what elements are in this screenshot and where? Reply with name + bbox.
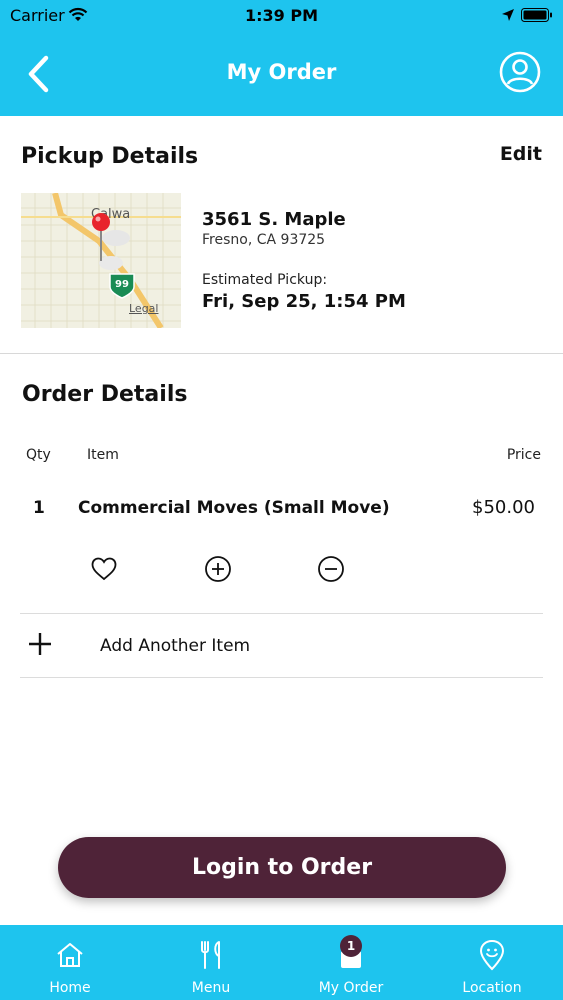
item-column-header: Item xyxy=(87,447,119,463)
tab-my-order[interactable]: 1 My Order xyxy=(281,925,421,1000)
estimated-pickup-time: Fri, Sep 25, 1:54 PM xyxy=(202,291,406,312)
divider xyxy=(20,613,543,614)
menu-icon xyxy=(201,941,220,969)
pickup-street: 3561 S. Maple xyxy=(202,209,346,230)
favorite-heart-icon[interactable] xyxy=(90,555,118,583)
pickup-map[interactable]: Calwa 99 Legal xyxy=(21,193,181,328)
status-bar: Carrier 1:39 PM xyxy=(0,0,563,30)
account-icon[interactable] xyxy=(499,51,541,93)
tab-location[interactable]: Location xyxy=(422,925,562,1000)
page-title: My Order xyxy=(226,60,337,84)
clock: 1:39 PM xyxy=(244,6,318,25)
tab-label: Home xyxy=(49,980,91,996)
tab-label: Menu xyxy=(191,980,231,996)
price-column-header: Price xyxy=(506,447,541,463)
tab-label: Location xyxy=(462,980,522,996)
order-count-badge: 1 xyxy=(340,935,362,957)
divider xyxy=(20,677,543,678)
battery-icon xyxy=(521,8,552,22)
add-another-item-label[interactable]: Add Another Item xyxy=(100,636,250,656)
item-price: $50.00 xyxy=(472,497,535,518)
tab-label: My Order xyxy=(318,980,384,996)
pickup-details-section: Pickup Details Edit Calwa 99 Legal 3561 … xyxy=(0,116,563,354)
home-icon xyxy=(57,943,83,967)
decrease-quantity-icon[interactable] xyxy=(317,555,345,583)
location-icon xyxy=(479,939,505,971)
map-pin-icon xyxy=(92,213,110,261)
tab-menu[interactable]: Menu xyxy=(141,925,281,1000)
plus-icon[interactable] xyxy=(28,632,52,656)
location-arrow-icon xyxy=(502,9,514,21)
tab-home[interactable]: Home xyxy=(0,925,140,1000)
pickup-city: Fresno, CA 93725 xyxy=(202,232,326,248)
estimated-pickup-label: Estimated Pickup: xyxy=(202,272,328,288)
tab-bar: Home Menu 1 My Order Location xyxy=(0,925,563,1000)
qty-column-header: Qty xyxy=(26,447,51,463)
order-details-heading: Order Details xyxy=(22,382,188,407)
pickup-details-heading: Pickup Details xyxy=(21,144,199,169)
increase-quantity-icon[interactable] xyxy=(204,555,232,583)
login-to-order-button[interactable]: Login to Order xyxy=(58,837,506,898)
edit-button[interactable]: Edit xyxy=(500,143,542,165)
item-qty: 1 xyxy=(33,498,45,518)
navigation-bar: My Order xyxy=(0,30,563,116)
highway-number: 99 xyxy=(115,279,129,290)
map-legal-link[interactable]: Legal xyxy=(129,302,158,315)
item-name: Commercial Moves (Small Move) xyxy=(78,498,390,518)
